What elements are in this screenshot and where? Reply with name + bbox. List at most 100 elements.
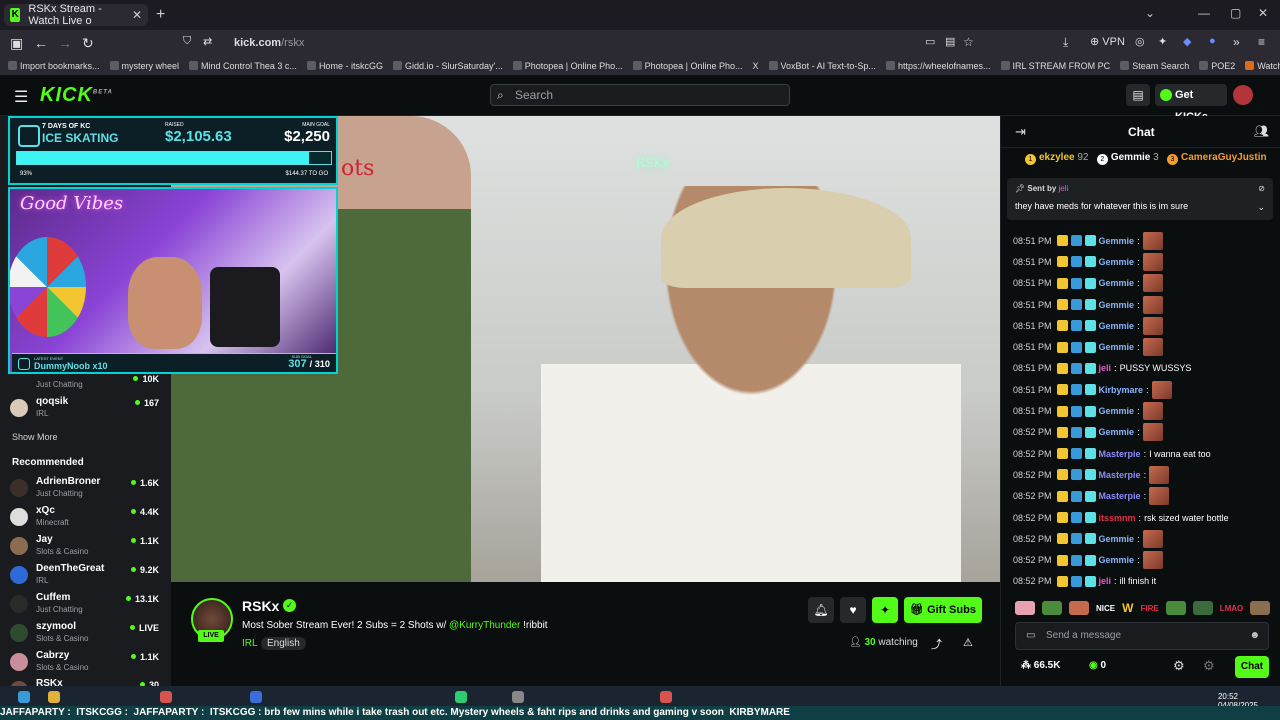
chat-message[interactable]: 08:52 PM Masterpie: [1013,486,1275,507]
chat-emote[interactable] [1142,402,1163,421]
window-close-icon[interactable]: ✕ [1258,6,1268,20]
shield-icon[interactable]: ⛉ [183,35,191,48]
bookmark-item[interactable]: Mind Control Thea 3 c... [189,61,297,71]
chat-username[interactable]: Gemmie [1099,424,1135,440]
subscribe-button[interactable]: ✦ [872,597,898,623]
bookmark-star-icon[interactable]: ☆ [963,35,974,49]
bookmark-item[interactable]: IRL STREAM FROM PC [1000,61,1110,71]
sidebar-channel-szymool[interactable]: szymool Slots & Casino LIVE [10,621,165,649]
sidebar-channel-rskx[interactable]: RSKx 30 [10,678,165,686]
chat-emote[interactable] [1142,529,1163,548]
bookmark-item[interactable]: Gidd.io - SlurSaturday'... [392,61,503,71]
account-icon[interactable]: ◎ [1135,35,1145,48]
show-more-link[interactable]: Show More [12,432,58,442]
notifications-button[interactable]: 🔔︎ [808,597,834,623]
send-chat-button[interactable]: Chat [1235,656,1269,678]
bookmark-item[interactable]: Photopea | Online Pho... [512,61,623,71]
taskbar-app-icon[interactable] [455,691,467,703]
sidebar-channel-xqc[interactable]: xQc Minecraft 4.4K [10,505,165,533]
sidebar-channel-jay[interactable]: Jay Slots & Casino 1.1K [10,534,165,562]
chat-message[interactable]: 08:51 PM Gemmie: [1013,315,1275,336]
user-avatar[interactable] [1233,85,1253,105]
bookmark-item[interactable]: Import bookmarks... [8,61,100,71]
emote-button[interactable]: FIRE [1140,604,1158,613]
collapse-chat-icon[interactable]: ⇥ [1015,124,1026,140]
leaderboard-entry[interactable]: 2 Gemmie 3 [1096,152,1159,165]
kicks-balance[interactable]: ◉ 0 [1089,660,1106,671]
chat-message[interactable]: 08:52 PM Gemmie: [1013,549,1275,570]
download-icon[interactable]: ⤓ [1063,35,1068,50]
chat-username[interactable]: Gemmie [1099,275,1135,291]
chat-settings-icon[interactable]: ⚙ [1173,658,1185,674]
permissions-icon[interactable]: ⇄ [203,35,212,48]
bookmark-item[interactable]: Steam Search [1120,61,1189,71]
tab-list-chevron-icon[interactable]: ⌄ [1145,6,1155,20]
kick-logo[interactable]: KICKBETA [40,84,113,107]
emoji-picker-icon[interactable]: ☻ [1249,623,1260,649]
chat-users-icon[interactable]: 👥︎ [1254,124,1269,138]
chat-message[interactable]: 08:51 PM Gemmie: [1013,336,1275,357]
chat-message[interactable]: 08:51 PM jeli: PUSSY WUSSYS [1013,358,1275,379]
maximize-icon[interactable]: ▢ [1230,6,1241,20]
taskbar-app-icon[interactable] [250,691,262,703]
reload-icon[interactable]: ↻ [82,35,94,52]
url-bar[interactable]: kick.com/rskx [234,37,304,49]
chat-message[interactable]: 08:52 PM itssmnm: rsk sized water bottle [1013,507,1275,528]
chat-message[interactable]: 08:51 PM Gemmie: [1013,230,1275,251]
chat-emote[interactable] [1151,380,1172,399]
minimize-icon[interactable]: — [1198,6,1210,20]
library-button[interactable]: ▤ [1126,84,1150,106]
follow-button[interactable]: ♥ [840,597,866,623]
browser-tab[interactable]: K RSKx Stream - Watch Live o ✕ [4,3,148,27]
chat-message[interactable]: 08:51 PM Kirbymare: [1013,379,1275,400]
chat-username[interactable]: Gemmie [1099,233,1135,249]
back-icon[interactable]: ← [34,35,48,51]
bookmark-item[interactable]: https://wheelofnames... [885,61,991,71]
forward-icon[interactable]: → [58,35,72,51]
chat-username[interactable]: jeli [1099,573,1112,589]
bookmark-item[interactable]: X [753,61,759,71]
emote-button[interactable] [1250,601,1271,615]
bookmark-item[interactable]: Watch Supernatural - ... [1245,61,1280,71]
overflow-chevron-icon[interactable]: » [1233,35,1240,49]
chat-message[interactable]: 08:52 PM Masterpie: [1013,464,1275,485]
language-tag[interactable]: English [261,637,306,650]
emote-button[interactable]: NICE [1096,604,1115,613]
shield-extension-icon[interactable]: ◆ [1183,35,1191,48]
chat-message[interactable]: 08:51 PM Gemmie: [1013,400,1275,421]
bookmark-item[interactable]: POE2 [1199,61,1235,71]
vpn-button[interactable]: ⊕ VPN [1090,35,1125,48]
emote-button[interactable]: W [1122,601,1133,615]
emote-button[interactable] [1165,601,1186,615]
explorer-icon[interactable] [48,691,60,703]
chat-username[interactable]: Masterpie [1099,488,1141,504]
sidebar-channel-cabrzy[interactable]: Cabrzy Slots & Casino 1.1K [10,650,165,678]
chat-username[interactable]: Gemmie [1099,403,1135,419]
emote-button[interactable] [1042,601,1062,615]
reader-icon[interactable]: ▤ [945,35,955,48]
chat-username[interactable]: Gemmie [1099,318,1135,334]
sidebar-channel-adrienbroner[interactable]: AdrienBroner Just Chatting 1.6K [10,476,165,504]
chat-username[interactable]: Gemmie [1099,297,1135,313]
bookmark-item[interactable]: Photopea | Online Pho... [632,61,743,71]
chat-message[interactable]: 08:52 PM Gemmie: [1013,528,1275,549]
emote-button[interactable]: LMAO [1220,604,1244,613]
menu-icon[interactable]: ≡ [1258,35,1265,49]
channel-points[interactable]: ⁂ 66.5K [1021,660,1060,671]
chat-username[interactable]: itssmnm [1099,510,1136,526]
search-input[interactable]: ⌕ Search [490,84,790,106]
chat-emote[interactable] [1142,338,1163,357]
bookmark-item[interactable]: Home - itskcGG [306,61,383,71]
windows-start-icon[interactable] [18,691,30,703]
gift-subs-button[interactable]: 🎁︎ Gift Subs [904,597,982,623]
sidebar-channel-cuffem[interactable]: Cuffem Just Chatting 13.1K [10,592,165,620]
chat-emote[interactable] [1142,274,1163,293]
category-link[interactable]: IRL [242,638,258,649]
extensions-icon[interactable]: ✦ [1158,35,1167,48]
chat-emote[interactable] [1142,252,1163,271]
sidebar-channel-qoqsik[interactable]: qoqsik IRL 167 [10,396,165,424]
chat-message[interactable]: 08:52 PM Gemmie: [1013,422,1275,443]
mention-link[interactable]: @KurryThunder [449,620,520,631]
chat-username[interactable]: jeli [1099,360,1112,376]
unpin-icon[interactable]: ⊘ [1258,184,1265,193]
